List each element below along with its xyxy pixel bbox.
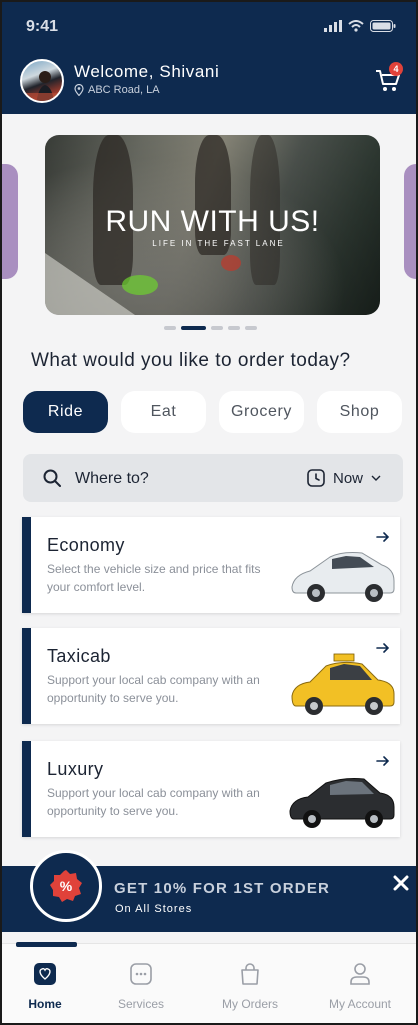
- signal-icon: [324, 20, 342, 32]
- nav-my-account[interactable]: My Account: [315, 962, 405, 1011]
- location-label: ABC Road, LA: [88, 84, 160, 96]
- search-icon: [43, 469, 61, 487]
- ride-option-luxury[interactable]: Luxury Support your local cab company wi…: [22, 741, 400, 837]
- nav-label: My Account: [328, 997, 392, 1011]
- search-input[interactable]: Where to?: [75, 470, 149, 488]
- taxi-car-icon: [291, 653, 395, 715]
- account-icon: [350, 963, 370, 985]
- nav-label: Services: [117, 997, 164, 1011]
- nav-services[interactable]: Services: [96, 962, 186, 1011]
- promo-subtitle: On All Stores: [115, 903, 193, 915]
- ride-title: Taxicab: [47, 646, 111, 666]
- tab-shop[interactable]: Shop: [317, 391, 402, 433]
- banner-title: RUN WITH US!: [105, 205, 320, 238]
- location-pin-icon: [74, 84, 84, 96]
- carousel-indicator: [164, 326, 257, 330]
- section-question: What would you like to order today?: [31, 350, 351, 371]
- tab-eat[interactable]: Eat: [121, 391, 206, 433]
- avatar[interactable]: [20, 59, 64, 103]
- banner-subtitle: LIFE IN THE FAST LANE: [152, 239, 285, 248]
- promo-title: GET 10% FOR 1ST ORDER: [114, 880, 331, 897]
- chevron-down-icon: [371, 475, 381, 481]
- schedule-dropdown[interactable]: Now: [307, 469, 381, 487]
- carousel-dot-active[interactable]: [181, 326, 206, 330]
- carousel-dot[interactable]: [228, 326, 240, 330]
- ride-option-economy[interactable]: Economy Select the vehicle size and pric…: [22, 517, 400, 613]
- luxury-car-icon: [289, 778, 395, 828]
- carousel-dot[interactable]: [211, 326, 223, 330]
- battery-icon: [370, 20, 396, 32]
- tab-ride[interactable]: Ride: [23, 391, 108, 433]
- cart-count-badge: 4: [389, 62, 403, 76]
- svg-text:%: %: [60, 878, 73, 894]
- discount-icon: %: [50, 870, 82, 902]
- schedule-value: Now: [333, 469, 364, 487]
- carousel-next-card[interactable]: [404, 164, 416, 279]
- shopping-bag-icon: [241, 963, 259, 985]
- status-bar: 9:41: [26, 18, 396, 40]
- nav-label: My Orders: [221, 997, 278, 1011]
- nav-my-orders[interactable]: My Orders: [205, 962, 295, 1011]
- promo-banner[interactable]: RUN WITH US! LIFE IN THE FAST LANE: [45, 135, 380, 315]
- welcome-text: Welcome, Shivani: [74, 62, 220, 81]
- ride-title: Economy: [47, 535, 125, 555]
- carousel-dot[interactable]: [164, 326, 176, 330]
- home-icon: [34, 963, 56, 985]
- destination-search[interactable]: Where to? Now: [23, 454, 403, 502]
- ride-option-taxicab[interactable]: Taxicab Support your local cab company w…: [22, 628, 400, 724]
- close-icon[interactable]: [392, 874, 410, 892]
- location[interactable]: ABC Road, LA: [74, 84, 160, 96]
- clock-icon: [307, 469, 325, 487]
- ride-description: Support your local cab company with an o…: [47, 786, 260, 818]
- app-screen: 9:41 Welcome, Shivani ABC Road, LA 4 RUN…: [0, 0, 418, 1025]
- status-time: 9:41: [26, 18, 59, 35]
- carousel-dot[interactable]: [245, 326, 257, 330]
- status-icons: [324, 20, 396, 32]
- ride-title: Luxury: [47, 759, 104, 779]
- carousel-prev-card[interactable]: [2, 164, 18, 279]
- nav-active-indicator: [16, 942, 77, 947]
- nav-label: Home: [28, 997, 62, 1011]
- discount-badge: %: [30, 850, 102, 922]
- ride-description: Support your local cab company with an o…: [47, 673, 260, 705]
- nav-home[interactable]: Home: [2, 962, 90, 1011]
- services-icon: [130, 963, 152, 985]
- tab-grocery[interactable]: Grocery: [219, 391, 304, 433]
- economy-car-icon: [291, 552, 395, 602]
- wifi-icon: [348, 20, 364, 32]
- ride-description: Select the vehicle size and price that f…: [47, 562, 261, 594]
